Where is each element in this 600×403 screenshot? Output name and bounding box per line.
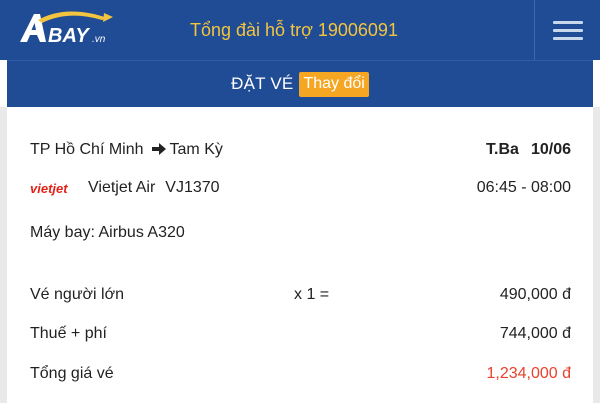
route-row: TP Hồ Chí Minh Tam Kỳ T.Ba 10/06 [30,141,571,159]
aircraft-type: Máy bay: Airbus A320 [30,224,185,241]
logo-text: BAY [48,25,90,47]
vietjet-logo: vietjet [30,181,68,196]
flight-weekday: T.Ba [486,141,519,158]
tax-fee-row: Thuế + phí 744,000 đ [30,325,571,345]
top-navigation-bar: BAY .vn Tổng đài hỗ trợ 19006091 [0,0,600,60]
booking-header: ĐẶT VÉ Thay đổi [7,60,593,107]
flight-number: VJ1370 [165,179,220,196]
vietjet-logo-text: vietjet [30,181,68,196]
logo-suffix: .vn [92,34,106,45]
hamburger-menu-icon-line [552,36,583,40]
flight-times: 06:45 - 08:00 [476,179,571,196]
adult-quantity: x 1 = [294,286,330,303]
abay-logo[interactable]: BAY .vn [16,8,116,48]
total-fare-price: 1,234,000 đ [486,365,571,382]
tax-fee-label: Thuế + phí [30,325,107,342]
destination-city: Tam Kỳ [169,141,223,158]
origin-city: TP Hồ Chí Minh [30,141,144,158]
tax-fee-price: 744,000 đ [499,325,571,342]
hamburger-menu-icon [552,20,583,24]
flight-summary-card: TP Hồ Chí Minh Tam Kỳ T.Ba 10/06 vietjet … [7,107,593,403]
flight-date: T.Ba 10/06 [486,141,571,159]
menu-button[interactable] [534,0,600,60]
adult-fare-price: 490,000 đ [499,286,571,303]
flight-day: 10/06 [530,141,571,158]
adult-fare-row: Vé người lớn x 1 = 490,000 đ [30,286,571,306]
page-gutter-left [0,107,7,403]
page-gutter-right [593,107,600,403]
adult-fare-label: Vé người lớn [30,286,124,303]
hamburger-menu-icon-line [552,28,583,32]
hotline-text[interactable]: Tổng đài hỗ trợ 19006091 [190,0,398,60]
arrow-right-icon [151,142,166,158]
booking-title: ĐẶT VÉ [231,74,294,93]
change-button[interactable]: Thay đổi [299,71,369,97]
airline-row: vietjet Vietjet Air VJ1370 06:45 - 08:00 [30,179,571,197]
total-fare-label: Tổng giá vé [30,365,114,382]
airline-name: Vietjet Air [88,179,156,196]
total-fare-row: Tổng giá vé 1,234,000 đ [30,365,571,385]
